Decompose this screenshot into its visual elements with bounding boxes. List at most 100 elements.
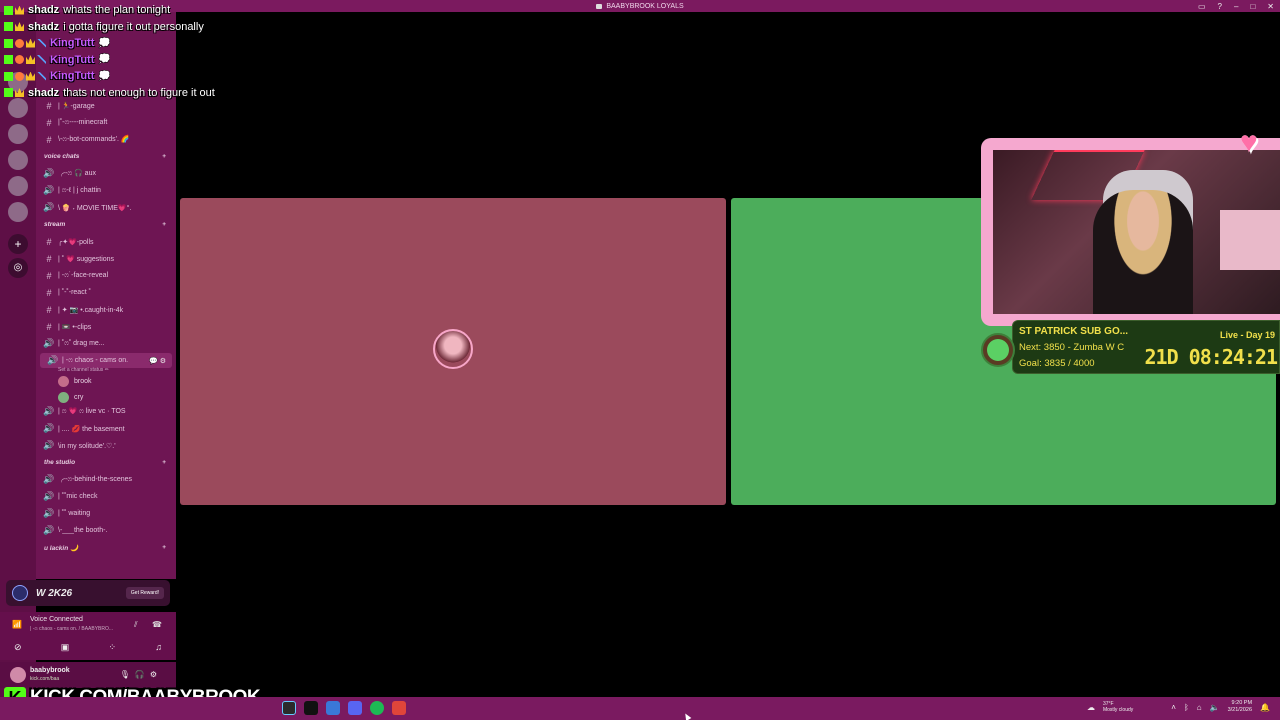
voice-channel[interactable]: 🔊 ╭-ෆ-behind-the-scenes (36, 472, 176, 487)
voice-member[interactable]: brook (58, 374, 92, 388)
speaker-icon: 🔊 (43, 338, 55, 348)
volume-icon[interactable]: 🔈 (1210, 703, 1220, 712)
add-channel-icon[interactable]: + (162, 459, 166, 466)
voice-channel[interactable]: 🔊 ╭-ෆ 🎧 aux (36, 166, 176, 181)
date: 3/21/2026 (1227, 707, 1253, 713)
channel-category[interactable]: the studio + (36, 455, 176, 470)
tiktok-icon[interactable] (304, 701, 318, 715)
text-channel[interactable]: # \-ෆ-bot-commands'. 🌈 (36, 132, 176, 147)
screen: BAABYBROOK LOYALS ▭ ? – □ ✕ + ◎ # | 🏃-gar… (0, 0, 1280, 720)
crown-icon (15, 5, 24, 15)
channel-label: \-___the booth-. (58, 527, 108, 534)
help-icon[interactable]: ? (1218, 2, 1222, 11)
text-channel[interactable]: # |˚-ෆ----minecraft (36, 115, 176, 130)
weather-icon: ☁ (1086, 702, 1095, 712)
text-channel[interactable]: # | ˚ 💗 suggestions (36, 251, 176, 266)
voice-channel[interactable]: 🔊 | ˚˚ waiting (36, 506, 176, 521)
chat-message: shadz thats not enough to figure it out (4, 85, 215, 101)
channel-status-hint[interactable]: Set a channel status ✏ (58, 367, 109, 373)
screen-share-icon[interactable]: ▣ (61, 642, 70, 653)
channel-label: | .... 💋 the basement (58, 425, 125, 433)
avatar-badge-icon (15, 55, 24, 64)
disconnect-icon[interactable]: ☎ (152, 620, 162, 629)
chevron-up-icon[interactable]: ˄ (1171, 703, 1176, 712)
avatar (58, 391, 69, 403)
chat-username: KingTutt (50, 70, 95, 82)
voice-channel[interactable]: 🔊 \ 🍿 ˖ MOVIE TIME💗°. (36, 200, 176, 215)
voice-channel[interactable]: 🔊 | -ෆ chaos - cams on. 💬⚙ (40, 353, 172, 368)
typing-bubble-icon: 💭 (98, 37, 111, 49)
channel-label: | 🏃-garage (58, 102, 95, 110)
video-tile-brook[interactable] (180, 198, 726, 505)
channel-label: | 📼 •-clips (58, 323, 92, 331)
channel-label: | ෆ 💗 ෆ live vc · TOS (58, 408, 126, 415)
voice-status: Voice Connected (30, 616, 83, 623)
inbox-icon[interactable]: ▭ (1198, 2, 1206, 11)
reward-logo: W 2K26 (36, 587, 73, 599)
channel-category[interactable]: voice chats + (36, 149, 176, 164)
voice-channel[interactable]: 🔊 \in my solitude'.♡.' (36, 438, 176, 453)
speaker-icon: 🔊 (43, 423, 55, 433)
chat-badges (4, 55, 46, 64)
channel-category[interactable]: stream + (36, 217, 176, 232)
hash-icon: # (46, 100, 52, 111)
discover-icon[interactable]: ◎ (8, 258, 28, 278)
maximize-button[interactable]: □ (1250, 2, 1255, 11)
bluetooth-icon[interactable]: ᛒ (1184, 703, 1189, 712)
weather[interactable]: 37°F Mostly cloudy (1103, 701, 1133, 713)
voice-channel[interactable]: 🔊 \-___the booth-. (36, 523, 176, 538)
server-icon[interactable] (8, 202, 28, 222)
activities-icon[interactable]: ⁘ (108, 642, 116, 653)
channel-label: |˚-ෆ----minecraft (58, 118, 108, 126)
server-icon[interactable] (8, 176, 28, 196)
soundboard-icon[interactable]: ♫ (155, 642, 162, 653)
window-controls: ▭ ? – □ ✕ (1198, 0, 1274, 12)
close-button[interactable]: ✕ (1267, 2, 1274, 11)
reward-banner[interactable]: W 2K26 Get Reward! (6, 580, 170, 606)
app-icon[interactable] (326, 701, 340, 715)
channel-category[interactable]: u lackin 🌙 + (36, 540, 176, 555)
gear-icon[interactable]: ⚙ (150, 670, 162, 679)
brave-icon[interactable] (392, 701, 406, 715)
text-channel[interactable]: # | -ෆ˙-face-reveal (36, 268, 176, 283)
text-channel[interactable]: # | ˚-˚-react ˚ (36, 285, 176, 300)
channel-label: | ˚˚ waiting (58, 510, 91, 517)
server-icon[interactable] (8, 124, 28, 144)
add-server-icon[interactable]: + (8, 234, 28, 254)
notification-icon[interactable]: 🔔 (1260, 703, 1270, 712)
voice-channel[interactable]: 🔊 | ˚˚mic check (36, 489, 176, 504)
speaker-icon: 🔊 (43, 474, 55, 484)
voice-panel: 📶 Voice Connected | -ෆ chaos - cams on. … (0, 612, 176, 660)
spotify-icon[interactable] (370, 701, 384, 715)
network-icon[interactable]: ⌂ (1197, 703, 1202, 712)
mic-icon[interactable]: 🎙 (120, 670, 135, 679)
voice-channel[interactable]: 🔊 | ˚ෆ˚ drag me... (36, 336, 176, 351)
signal-icon[interactable]: 📶 (12, 620, 22, 629)
add-channel-icon[interactable]: + (162, 221, 166, 228)
camera-off-icon[interactable]: ⊘ (14, 642, 22, 653)
text-channel[interactable]: # | ✦ 📷 •.caught-in-4k (36, 302, 176, 317)
hash-icon: # (46, 304, 52, 315)
add-channel-icon[interactable]: + (162, 544, 166, 551)
voice-channel[interactable]: 🔊 | ෆ-ℓ | j chattin (36, 183, 176, 198)
channel-tools[interactable]: 💬⚙ (149, 357, 168, 365)
discord-taskbar-icon[interactable] (348, 701, 362, 715)
member-name: cry (74, 393, 84, 401)
clock[interactable]: 9:20 PM 3/21/2026 (1228, 700, 1252, 714)
text-channel[interactable]: # ╭✦💗-polls (36, 234, 176, 249)
headphones-icon[interactable]: 🎧 (135, 670, 150, 679)
get-reward-button[interactable]: Get Reward! (125, 587, 164, 599)
text-channel[interactable]: # | 📼 •-clips (36, 319, 176, 334)
voice-channel[interactable]: | -ෆ chaos - cams on. / BAABYBRO... (30, 626, 113, 632)
minimize-button[interactable]: – (1234, 2, 1238, 11)
voice-channel[interactable]: 🔊 | ෆ 💗 ෆ live vc · TOS (36, 404, 176, 419)
voice-channel[interactable]: 🔊 | .... 💋 the basement (36, 421, 176, 436)
server-icon[interactable] (8, 98, 28, 118)
noise-suppression-icon[interactable]: ⫽ (134, 620, 138, 630)
category-label: the studio (44, 459, 76, 466)
voice-member[interactable]: cry (58, 390, 83, 404)
add-channel-icon[interactable]: + (162, 153, 166, 160)
avatar[interactable] (10, 667, 26, 683)
chrome-icon[interactable] (282, 701, 296, 715)
server-icon[interactable] (8, 150, 28, 170)
